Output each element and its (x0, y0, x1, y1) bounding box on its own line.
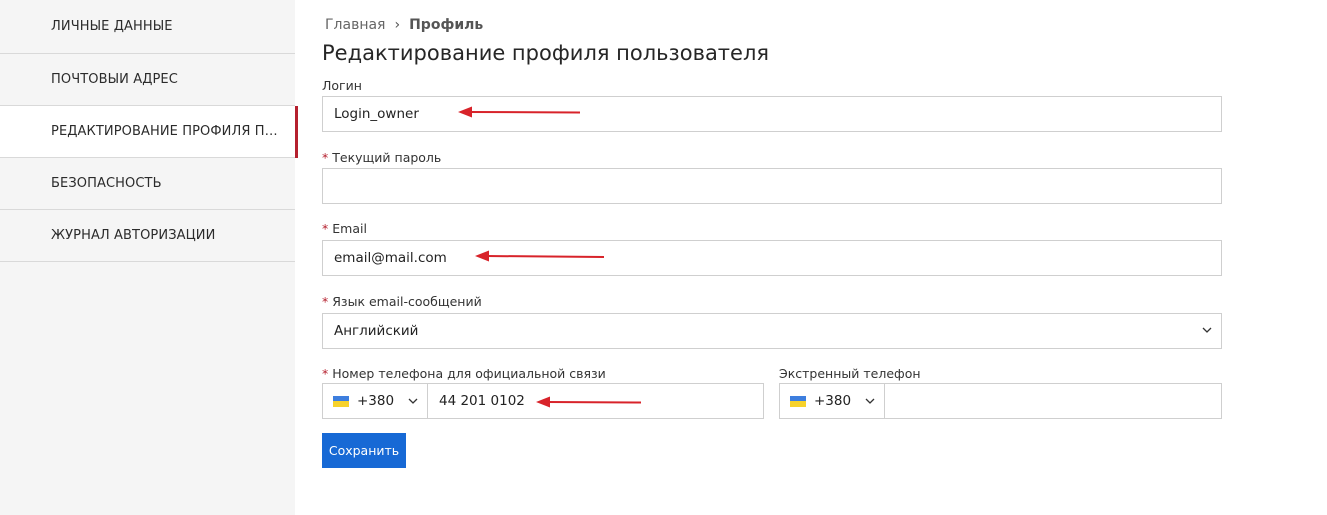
email-input[interactable] (334, 250, 1221, 266)
phone-country-code: +380 (357, 393, 395, 409)
annotation-arrow (475, 250, 605, 262)
annotation-arrow (536, 396, 642, 408)
chevron-down-icon (408, 398, 418, 404)
sidebar-item-postal-address[interactable]: ПОЧТОВЫЙ АДРЕС (0, 54, 295, 106)
email-field[interactable] (322, 240, 1222, 276)
email-language-select[interactable]: Английский (322, 313, 1222, 349)
sidebar-item-label: ЖУРНАЛ АВТОРИЗАЦИЙ (51, 228, 216, 243)
required-mark: * (322, 294, 329, 309)
emergency-phone-number-input[interactable] (896, 393, 1221, 409)
current-password-field[interactable] (322, 168, 1222, 204)
sidebar-item-personal-data[interactable]: ЛИЧНЫЕ ДАННЫЕ (0, 0, 295, 54)
required-mark: * (322, 221, 329, 236)
ukraine-flag-icon (790, 395, 806, 407)
sidebar-item-edit-profile[interactable]: РЕДАКТИРОВАНИЕ ПРОФИЛЯ ПОЛЬЗОВАТЕЛЯ (0, 106, 298, 158)
required-mark: * (322, 366, 329, 381)
breadcrumb-current: Профиль (409, 17, 484, 33)
emergency-phone-country-code: +380 (814, 393, 852, 409)
sidebar-item-label: РЕДАКТИРОВАНИЕ ПРОФИЛЯ ПОЛЬЗОВАТЕЛЯ (51, 124, 279, 139)
phone-country-select[interactable]: +380 (323, 384, 428, 418)
emergency-phone-number-wrap (886, 384, 1221, 418)
required-mark: * (322, 150, 329, 165)
phone-label: * Номер телефона для официальной связи (322, 366, 606, 381)
current-password-label: * Текущий пароль (322, 150, 442, 165)
breadcrumb: Главная › Профиль (325, 17, 483, 33)
current-password-input[interactable] (334, 178, 1221, 194)
save-button[interactable]: Сохранить (322, 433, 406, 468)
breadcrumb-separator: › (394, 17, 401, 33)
sidebar-item-auth-log[interactable]: ЖУРНАЛ АВТОРИЗАЦИЙ (0, 210, 295, 262)
email-language-label: * Язык email-сообщений (322, 294, 482, 309)
email-label: * Email (322, 221, 367, 236)
ukraine-flag-icon (333, 395, 349, 407)
sidebar-item-security[interactable]: БЕЗОПАСНОСТЬ (0, 158, 295, 210)
sidebar-item-label: БЕЗОПАСНОСТЬ (51, 176, 162, 191)
breadcrumb-home-link[interactable]: Главная (325, 17, 385, 33)
page-title: Редактирование профиля пользователя (322, 41, 770, 65)
emergency-phone-label: Экстренный телефон (779, 366, 921, 381)
chevron-down-icon (865, 398, 875, 404)
emergency-phone-field: +380 (779, 383, 1222, 419)
sidebar-item-label: ПОЧТОВЫЙ АДРЕС (51, 72, 178, 87)
email-language-selected: Английский (334, 323, 419, 339)
emergency-phone-country-select[interactable]: +380 (780, 384, 885, 418)
sidebar: ЛИЧНЫЕ ДАННЫЕ ПОЧТОВЫЙ АДРЕС РЕДАКТИРОВА… (0, 0, 298, 515)
chevron-down-icon (1202, 327, 1212, 333)
annotation-arrow (458, 106, 581, 118)
sidebar-item-label: ЛИЧНЫЕ ДАННЫЕ (51, 19, 173, 34)
login-label: Логин (322, 78, 362, 93)
